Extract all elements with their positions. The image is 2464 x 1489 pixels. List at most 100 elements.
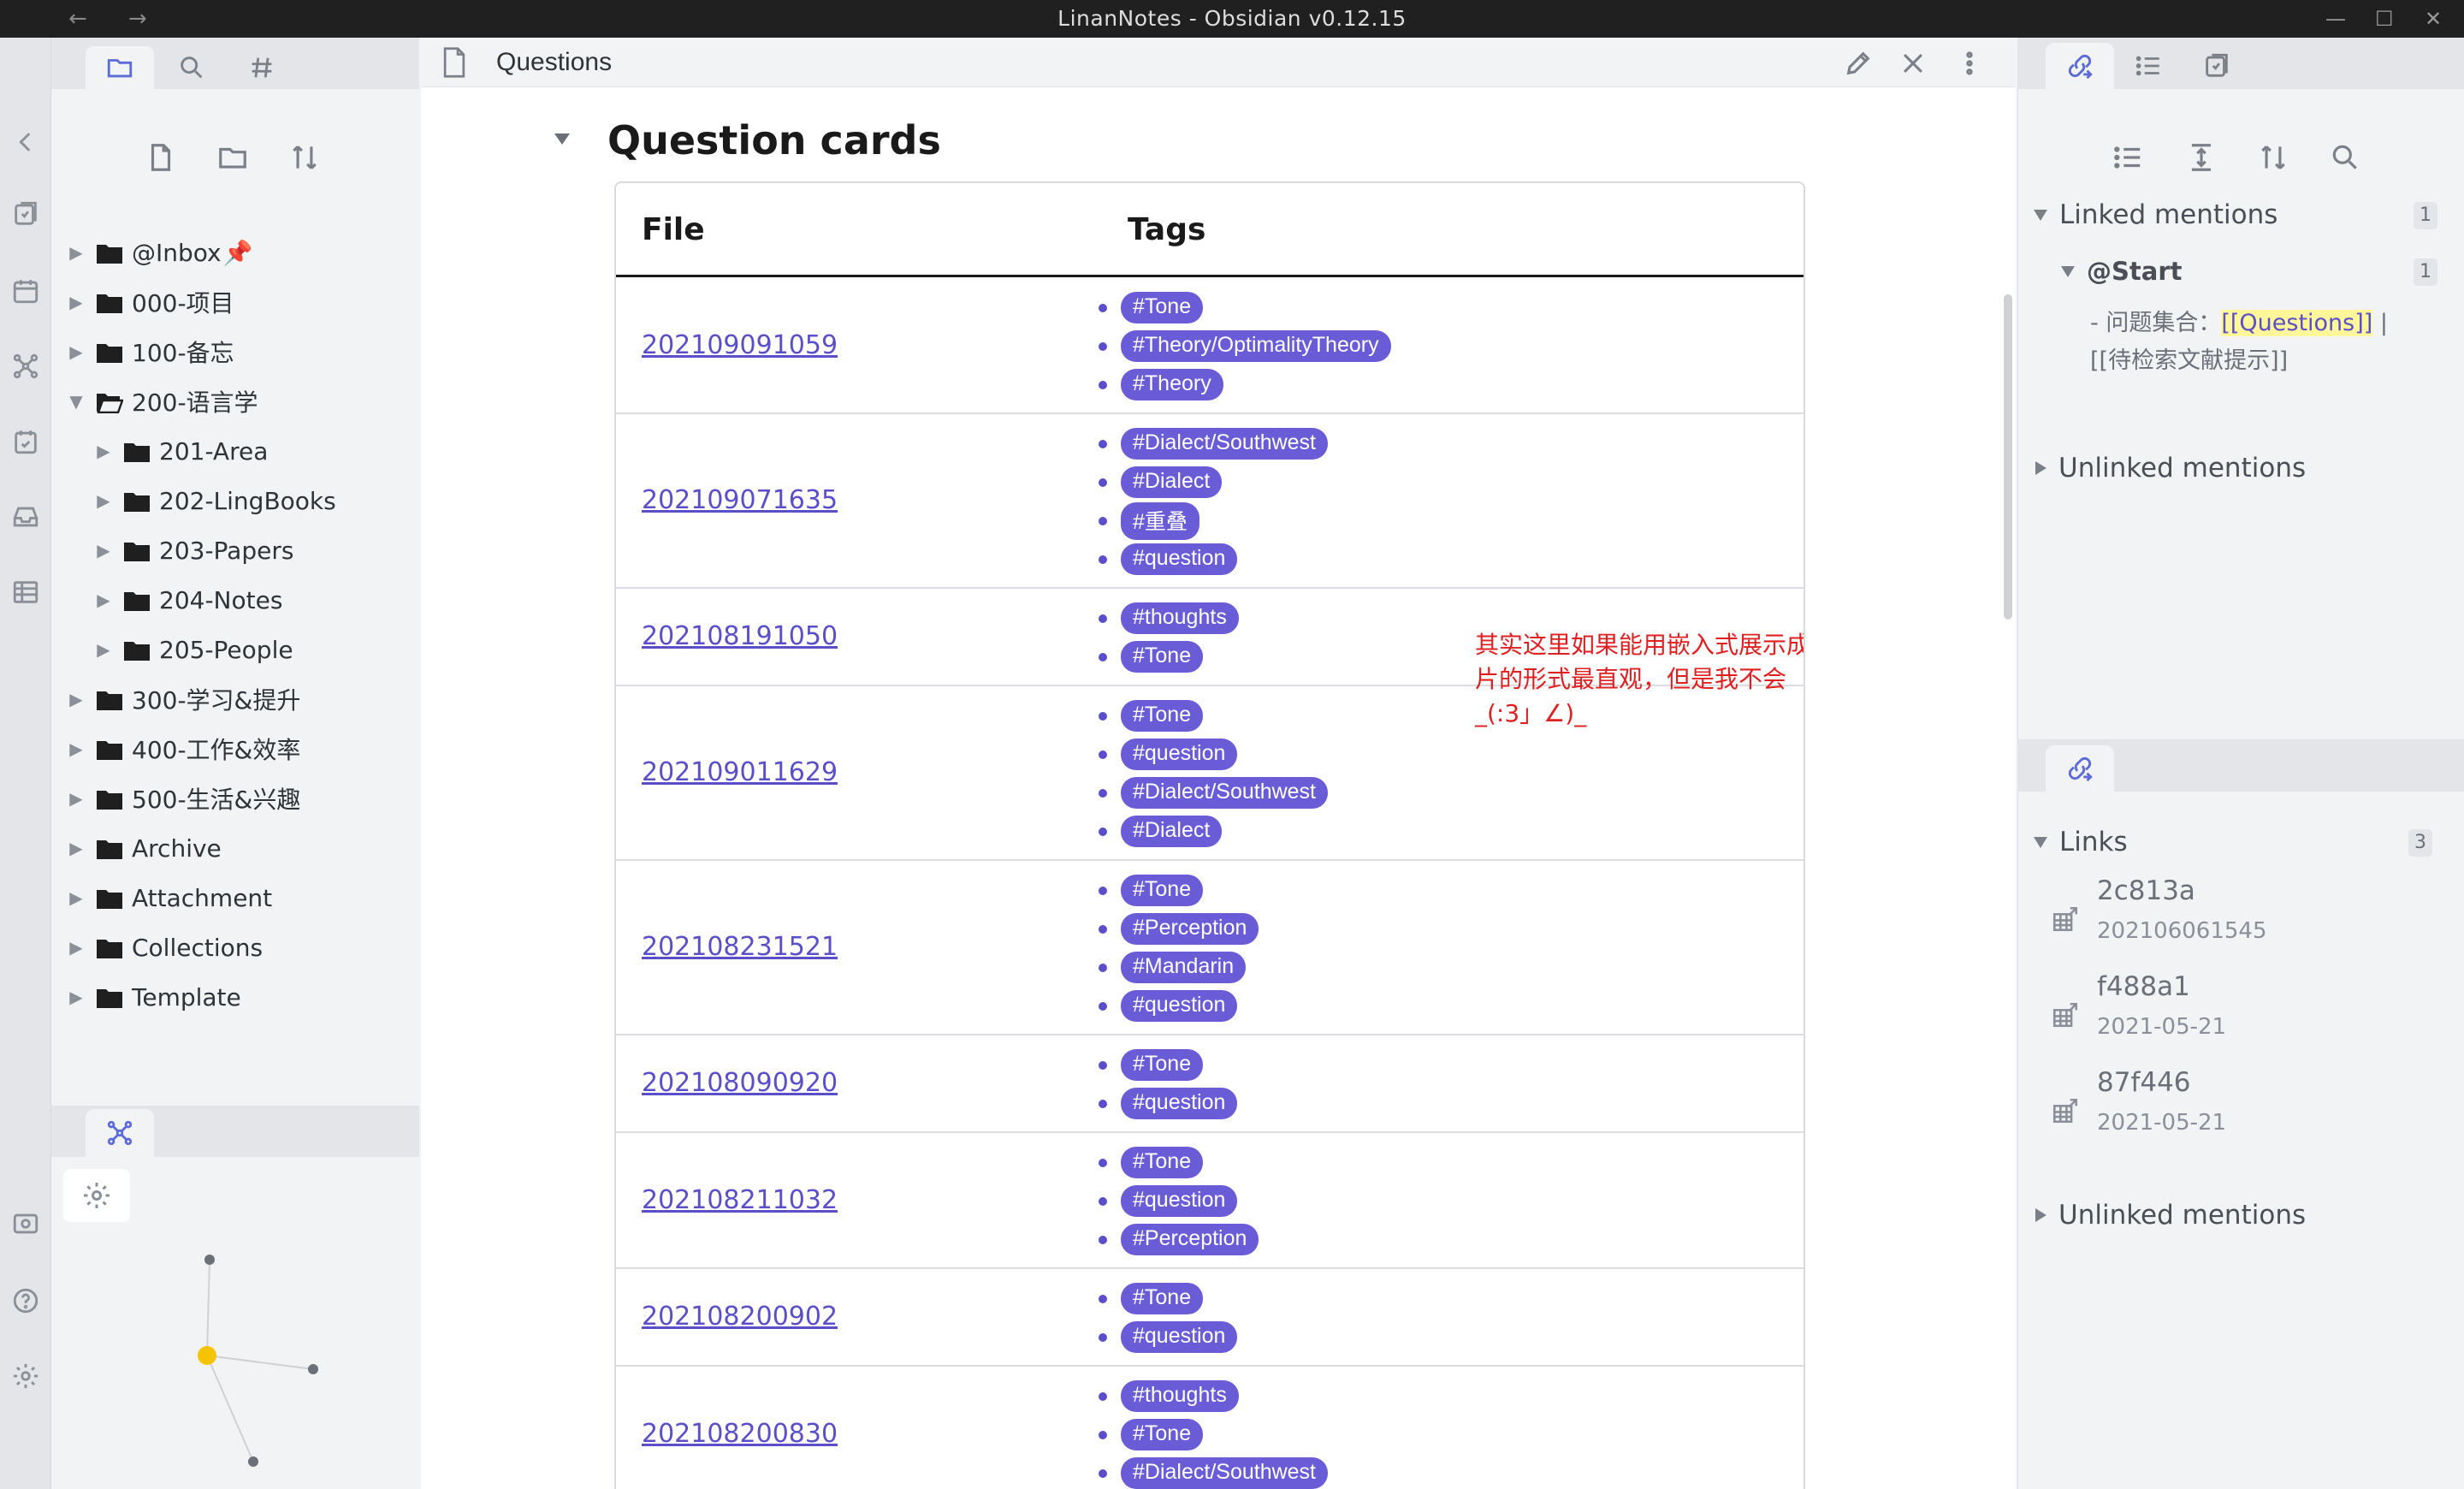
tag-pill[interactable]: #Theory <box>1121 369 1223 400</box>
chevron-right-icon[interactable]: ▶ <box>63 242 89 263</box>
chevron-right-icon[interactable]: ▶ <box>63 838 89 858</box>
collapse-sidebar-icon[interactable] <box>0 122 51 163</box>
chevron-right-icon[interactable]: ▶ <box>91 540 116 561</box>
graph-view-icon[interactable] <box>0 346 51 387</box>
tag-pill[interactable]: #question <box>1121 1321 1238 1353</box>
tree-item[interactable]: ▶ 300-学习&提升 <box>63 674 300 724</box>
links-header[interactable]: Links <box>2018 821 2128 863</box>
chevron-right-icon[interactable]: ▶ <box>91 639 116 660</box>
daily-note-icon[interactable] <box>0 421 51 462</box>
close-window-button[interactable]: ✕ <box>2425 0 2442 38</box>
column-header-tags[interactable]: Tags <box>1128 183 1205 277</box>
backlinks-tab[interactable] <box>2046 43 2114 89</box>
tree-item[interactable]: ▶ 204-Notes <box>91 575 282 625</box>
sort-results-icon[interactable] <box>2248 132 2299 183</box>
chevron-right-icon[interactable]: ▶ <box>63 887 89 908</box>
tag-pill[interactable]: #thoughts <box>1121 1380 1239 1412</box>
column-header-file[interactable]: File <box>642 183 705 277</box>
tree-item[interactable]: ▶ 500-生活&兴趣 <box>63 774 300 823</box>
tree-item[interactable]: ▶ Template <box>63 972 240 1022</box>
tags-tab[interactable] <box>228 46 296 89</box>
editor-scrollbar[interactable] <box>2004 294 2012 620</box>
chevron-right-icon[interactable]: ▶ <box>91 590 116 610</box>
tag-pill[interactable]: #重叠 <box>1121 501 1199 540</box>
help-icon[interactable] <box>0 1280 51 1321</box>
calendar-icon[interactable] <box>0 270 51 311</box>
chevron-right-icon[interactable]: ▶ <box>63 788 89 809</box>
chevron-right-icon[interactable]: ▶ <box>63 689 89 709</box>
tag-pill[interactable]: #question <box>1121 990 1238 1022</box>
graph-settings-button[interactable] <box>63 1169 130 1222</box>
chevron-down-icon[interactable]: ▼ <box>63 391 89 412</box>
graph-node-active[interactable] <box>198 1346 216 1365</box>
tree-item[interactable]: ▶ Attachment <box>63 873 272 922</box>
file-link[interactable]: 202108200830 <box>642 1419 838 1449</box>
edit-pencil-icon[interactable] <box>1839 46 1877 80</box>
settings-icon[interactable] <box>0 1356 51 1397</box>
file-link[interactable]: 202109011629 <box>642 757 838 787</box>
chevron-right-icon[interactable]: ▶ <box>91 490 116 511</box>
tag-pill[interactable]: #Tone <box>1121 1283 1204 1314</box>
outgoing-unlinked-mentions-header[interactable]: Unlinked mentions <box>2018 1194 2306 1237</box>
tag-pill[interactable]: #Dialect <box>1121 816 1223 847</box>
tag-pill[interactable]: #question <box>1121 739 1238 770</box>
mention-context[interactable]: - 问题集合：[[Questions]] | [[待检索文献提示]] <box>2090 305 2432 380</box>
sort-button[interactable] <box>279 132 330 183</box>
tag-pill[interactable]: #question <box>1121 1088 1238 1119</box>
tree-item[interactable]: ▶ 203-Papers <box>91 525 293 575</box>
search-icon[interactable] <box>2319 132 2371 183</box>
unlinked-mentions-header[interactable]: Unlinked mentions <box>2018 447 2306 489</box>
tree-item[interactable]: ▶ 400-工作&效率 <box>63 724 300 774</box>
table-icon[interactable] <box>0 572 51 613</box>
tag-pill[interactable]: #Dialect <box>1121 466 1223 498</box>
chevron-right-icon[interactable]: ▶ <box>63 937 89 958</box>
tag-pill[interactable]: #Dialect/Southwest <box>1121 1457 1329 1489</box>
chevron-right-icon[interactable]: ▶ <box>63 341 89 362</box>
file-link[interactable]: 202109071635 <box>642 485 838 515</box>
close-pane-icon[interactable] <box>1894 46 1932 80</box>
tag-pill[interactable]: #Tone <box>1121 700 1204 732</box>
outgoing-link-item[interactable]: f488a1 2021-05-21 <box>2018 964 2464 1059</box>
file-link[interactable]: 202108211032 <box>642 1185 838 1215</box>
new-note-button[interactable] <box>135 132 187 183</box>
graph-node[interactable] <box>204 1255 215 1265</box>
tag-pill[interactable]: #question <box>1121 543 1238 575</box>
chevron-right-icon[interactable]: ▶ <box>63 739 89 759</box>
tree-item[interactable]: ▶ @Inbox 📌 <box>63 228 252 277</box>
chevron-right-icon[interactable]: ▶ <box>63 987 89 1007</box>
local-graph-tab[interactable] <box>86 1109 154 1157</box>
collapse-results-icon[interactable] <box>2102 132 2153 183</box>
tree-item[interactable]: ▼ 200-语言学 <box>63 377 258 426</box>
tag-pill[interactable]: #Perception <box>1121 913 1259 945</box>
tag-pill[interactable]: #Theory/OptimalityTheory <box>1121 330 1391 362</box>
card-panel-tab[interactable] <box>2183 43 2251 89</box>
more-options-icon[interactable] <box>1951 46 1988 80</box>
mention-highlight[interactable]: [[Questions]] <box>2221 310 2373 336</box>
outline-tab[interactable] <box>2114 43 2183 89</box>
file-link[interactable]: 202109091059 <box>642 330 838 360</box>
tag-pill[interactable]: #Perception <box>1121 1224 1259 1255</box>
tree-item[interactable]: ▶ Archive <box>63 823 221 873</box>
show-more-context-icon[interactable] <box>2176 132 2227 183</box>
outgoing-links-tab[interactable] <box>2046 745 2114 792</box>
view-title[interactable]: Questions <box>496 38 612 87</box>
tag-pill[interactable]: #Dialect/Southwest <box>1121 777 1329 809</box>
minimize-button[interactable]: — <box>2325 0 2346 38</box>
card-icon[interactable] <box>0 193 51 234</box>
tag-pill[interactable]: #Dialect/Southwest <box>1121 428 1329 460</box>
tag-pill[interactable]: #Tone <box>1121 1049 1204 1081</box>
tag-pill[interactable]: #Tone <box>1121 292 1204 323</box>
graph-node[interactable] <box>248 1456 258 1467</box>
search-tab[interactable] <box>157 46 226 89</box>
collapse-heading-icon[interactable] <box>554 133 570 145</box>
tag-pill[interactable]: #Tone <box>1121 641 1204 673</box>
tree-item[interactable]: ▶ 000-项目 <box>63 277 234 327</box>
tag-pill[interactable]: #Tone <box>1121 875 1204 906</box>
outgoing-link-item[interactable]: 87f446 2021-05-21 <box>2018 1060 2464 1154</box>
tag-pill[interactable]: #Tone <box>1121 1419 1204 1450</box>
chevron-right-icon[interactable]: ▶ <box>63 292 89 312</box>
vault-icon[interactable] <box>0 1203 51 1244</box>
outgoing-link-item[interactable]: 2c813a 202106061545 <box>2018 869 2464 963</box>
tag-pill[interactable]: #Mandarin <box>1121 952 1247 983</box>
tag-pill[interactable]: #Tone <box>1121 1147 1204 1178</box>
